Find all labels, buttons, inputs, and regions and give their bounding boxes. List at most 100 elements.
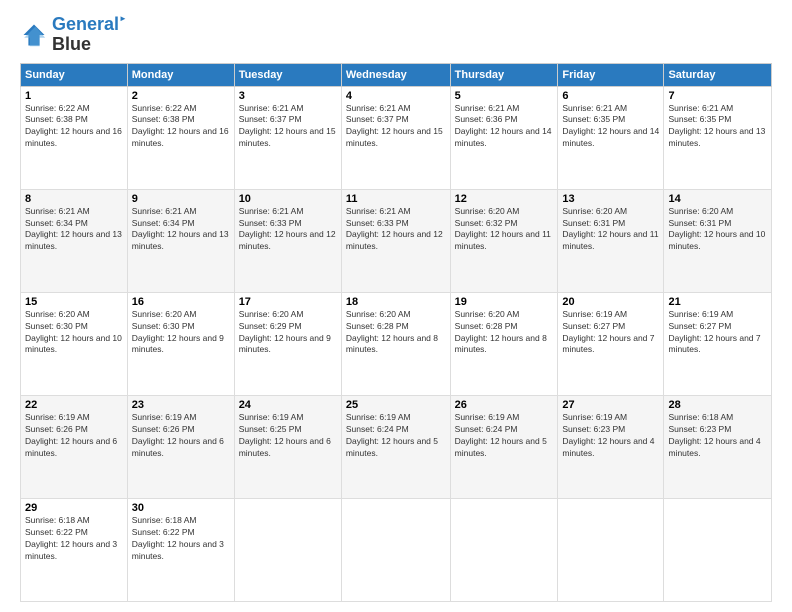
- calendar-week-3: 22Sunrise: 6:19 AMSunset: 6:26 PMDayligh…: [21, 395, 772, 498]
- day-info: Sunrise: 6:20 AMSunset: 6:30 PMDaylight:…: [132, 309, 230, 357]
- calendar-cell: 25Sunrise: 6:19 AMSunset: 6:24 PMDayligh…: [341, 395, 450, 498]
- day-number: 3: [239, 90, 337, 102]
- day-number: 6: [562, 90, 659, 102]
- calendar-header-row: Sunday Monday Tuesday Wednesday Thursday…: [21, 63, 772, 86]
- day-info: Sunrise: 6:21 AMSunset: 6:37 PMDaylight:…: [239, 103, 337, 151]
- day-number: 9: [132, 193, 230, 205]
- day-number: 1: [25, 90, 123, 102]
- day-number: 27: [562, 399, 659, 411]
- calendar-cell: 16Sunrise: 6:20 AMSunset: 6:30 PMDayligh…: [127, 292, 234, 395]
- col-tuesday: Tuesday: [234, 63, 341, 86]
- col-thursday: Thursday: [450, 63, 558, 86]
- calendar-cell: 19Sunrise: 6:20 AMSunset: 6:28 PMDayligh…: [450, 292, 558, 395]
- day-number: 20: [562, 296, 659, 308]
- logo: General►Blue: [20, 15, 127, 55]
- calendar-cell: 9Sunrise: 6:21 AMSunset: 6:34 PMDaylight…: [127, 189, 234, 292]
- day-info: Sunrise: 6:19 AMSunset: 6:27 PMDaylight:…: [562, 309, 659, 357]
- day-number: 28: [668, 399, 767, 411]
- day-info: Sunrise: 6:20 AMSunset: 6:29 PMDaylight:…: [239, 309, 337, 357]
- calendar-cell: 2Sunrise: 6:22 AMSunset: 6:38 PMDaylight…: [127, 86, 234, 189]
- day-number: 26: [455, 399, 554, 411]
- day-info: Sunrise: 6:21 AMSunset: 6:35 PMDaylight:…: [668, 103, 767, 151]
- calendar-cell: [558, 498, 664, 601]
- col-saturday: Saturday: [664, 63, 772, 86]
- day-info: Sunrise: 6:18 AMSunset: 6:22 PMDaylight:…: [132, 515, 230, 563]
- header: General►Blue: [20, 15, 772, 55]
- calendar-cell: 4Sunrise: 6:21 AMSunset: 6:37 PMDaylight…: [341, 86, 450, 189]
- day-number: 12: [455, 193, 554, 205]
- logo-icon: [20, 21, 48, 49]
- day-number: 13: [562, 193, 659, 205]
- col-friday: Friday: [558, 63, 664, 86]
- day-number: 7: [668, 90, 767, 102]
- calendar-cell: 24Sunrise: 6:19 AMSunset: 6:25 PMDayligh…: [234, 395, 341, 498]
- day-info: Sunrise: 6:19 AMSunset: 6:26 PMDaylight:…: [25, 412, 123, 460]
- day-info: Sunrise: 6:21 AMSunset: 6:33 PMDaylight:…: [346, 206, 446, 254]
- calendar-cell: 10Sunrise: 6:21 AMSunset: 6:33 PMDayligh…: [234, 189, 341, 292]
- calendar-week-4: 29Sunrise: 6:18 AMSunset: 6:22 PMDayligh…: [21, 498, 772, 601]
- calendar-cell: 28Sunrise: 6:18 AMSunset: 6:23 PMDayligh…: [664, 395, 772, 498]
- day-info: Sunrise: 6:21 AMSunset: 6:36 PMDaylight:…: [455, 103, 554, 151]
- day-info: Sunrise: 6:21 AMSunset: 6:33 PMDaylight:…: [239, 206, 337, 254]
- day-number: 21: [668, 296, 767, 308]
- calendar-cell: 6Sunrise: 6:21 AMSunset: 6:35 PMDaylight…: [558, 86, 664, 189]
- calendar-cell: 23Sunrise: 6:19 AMSunset: 6:26 PMDayligh…: [127, 395, 234, 498]
- day-info: Sunrise: 6:21 AMSunset: 6:34 PMDaylight:…: [25, 206, 123, 254]
- calendar-cell: 30Sunrise: 6:18 AMSunset: 6:22 PMDayligh…: [127, 498, 234, 601]
- calendar-cell: 11Sunrise: 6:21 AMSunset: 6:33 PMDayligh…: [341, 189, 450, 292]
- day-info: Sunrise: 6:19 AMSunset: 6:24 PMDaylight:…: [346, 412, 446, 460]
- calendar-week-1: 8Sunrise: 6:21 AMSunset: 6:34 PMDaylight…: [21, 189, 772, 292]
- day-info: Sunrise: 6:19 AMSunset: 6:26 PMDaylight:…: [132, 412, 230, 460]
- day-number: 16: [132, 296, 230, 308]
- col-monday: Monday: [127, 63, 234, 86]
- day-number: 10: [239, 193, 337, 205]
- calendar-cell: [664, 498, 772, 601]
- day-number: 14: [668, 193, 767, 205]
- calendar-cell: 21Sunrise: 6:19 AMSunset: 6:27 PMDayligh…: [664, 292, 772, 395]
- day-info: Sunrise: 6:18 AMSunset: 6:22 PMDaylight:…: [25, 515, 123, 563]
- calendar-cell: 5Sunrise: 6:21 AMSunset: 6:36 PMDaylight…: [450, 86, 558, 189]
- day-info: Sunrise: 6:20 AMSunset: 6:31 PMDaylight:…: [668, 206, 767, 254]
- calendar-cell: 20Sunrise: 6:19 AMSunset: 6:27 PMDayligh…: [558, 292, 664, 395]
- day-number: 30: [132, 502, 230, 514]
- day-info: Sunrise: 6:19 AMSunset: 6:23 PMDaylight:…: [562, 412, 659, 460]
- day-number: 11: [346, 193, 446, 205]
- calendar-cell: 12Sunrise: 6:20 AMSunset: 6:32 PMDayligh…: [450, 189, 558, 292]
- calendar-cell: 7Sunrise: 6:21 AMSunset: 6:35 PMDaylight…: [664, 86, 772, 189]
- day-info: Sunrise: 6:20 AMSunset: 6:31 PMDaylight:…: [562, 206, 659, 254]
- calendar-cell: 14Sunrise: 6:20 AMSunset: 6:31 PMDayligh…: [664, 189, 772, 292]
- day-number: 19: [455, 296, 554, 308]
- day-info: Sunrise: 6:21 AMSunset: 6:37 PMDaylight:…: [346, 103, 446, 151]
- day-number: 5: [455, 90, 554, 102]
- day-number: 29: [25, 502, 123, 514]
- day-number: 24: [239, 399, 337, 411]
- calendar-cell: [450, 498, 558, 601]
- day-number: 4: [346, 90, 446, 102]
- col-sunday: Sunday: [21, 63, 128, 86]
- calendar-cell: 13Sunrise: 6:20 AMSunset: 6:31 PMDayligh…: [558, 189, 664, 292]
- day-number: 8: [25, 193, 123, 205]
- day-number: 25: [346, 399, 446, 411]
- day-info: Sunrise: 6:19 AMSunset: 6:25 PMDaylight:…: [239, 412, 337, 460]
- logo-text: General►Blue: [52, 15, 127, 55]
- calendar-cell: [341, 498, 450, 601]
- calendar-cell: [234, 498, 341, 601]
- calendar-cell: 29Sunrise: 6:18 AMSunset: 6:22 PMDayligh…: [21, 498, 128, 601]
- day-info: Sunrise: 6:22 AMSunset: 6:38 PMDaylight:…: [25, 103, 123, 151]
- day-info: Sunrise: 6:19 AMSunset: 6:24 PMDaylight:…: [455, 412, 554, 460]
- calendar-week-2: 15Sunrise: 6:20 AMSunset: 6:30 PMDayligh…: [21, 292, 772, 395]
- col-wednesday: Wednesday: [341, 63, 450, 86]
- day-info: Sunrise: 6:21 AMSunset: 6:35 PMDaylight:…: [562, 103, 659, 151]
- calendar-cell: 17Sunrise: 6:20 AMSunset: 6:29 PMDayligh…: [234, 292, 341, 395]
- day-info: Sunrise: 6:19 AMSunset: 6:27 PMDaylight:…: [668, 309, 767, 357]
- calendar-cell: 26Sunrise: 6:19 AMSunset: 6:24 PMDayligh…: [450, 395, 558, 498]
- calendar-cell: 8Sunrise: 6:21 AMSunset: 6:34 PMDaylight…: [21, 189, 128, 292]
- calendar-cell: 27Sunrise: 6:19 AMSunset: 6:23 PMDayligh…: [558, 395, 664, 498]
- calendar-cell: 18Sunrise: 6:20 AMSunset: 6:28 PMDayligh…: [341, 292, 450, 395]
- day-number: 17: [239, 296, 337, 308]
- day-info: Sunrise: 6:21 AMSunset: 6:34 PMDaylight:…: [132, 206, 230, 254]
- calendar-cell: 1Sunrise: 6:22 AMSunset: 6:38 PMDaylight…: [21, 86, 128, 189]
- calendar-cell: 15Sunrise: 6:20 AMSunset: 6:30 PMDayligh…: [21, 292, 128, 395]
- calendar-week-0: 1Sunrise: 6:22 AMSunset: 6:38 PMDaylight…: [21, 86, 772, 189]
- day-info: Sunrise: 6:18 AMSunset: 6:23 PMDaylight:…: [668, 412, 767, 460]
